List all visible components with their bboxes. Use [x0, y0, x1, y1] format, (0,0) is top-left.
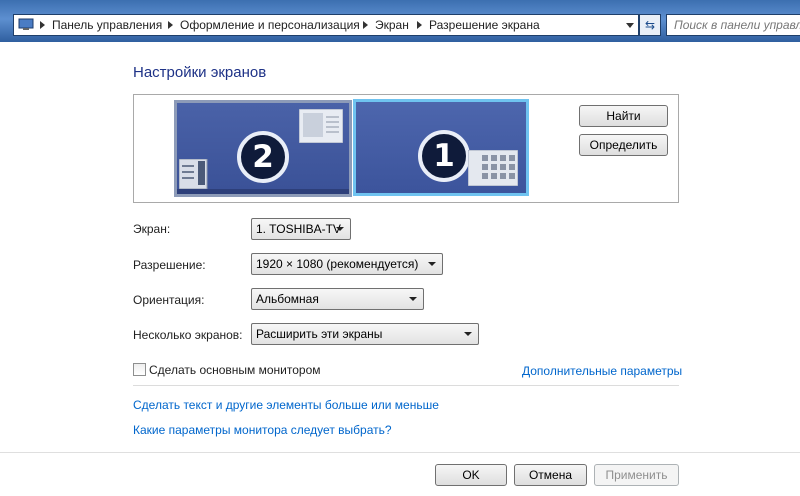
advanced-settings-link[interactable]: Дополнительные параметры — [522, 364, 682, 378]
cancel-button[interactable]: Отмена — [514, 464, 587, 486]
breadcrumb-separator-icon — [417, 21, 422, 29]
resolution-select-value: 1920 × 1080 (рекомендуется) — [256, 257, 419, 271]
display-label: Экран: — [133, 222, 171, 236]
footer-divider — [0, 452, 800, 453]
orientation-select-value: Альбомная — [256, 292, 319, 306]
window-thumbnail-icon — [468, 150, 518, 186]
control-panel-icon — [18, 18, 34, 30]
window-thumbnail-icon — [299, 109, 343, 143]
apply-button[interactable]: Применить — [594, 464, 679, 486]
taskbar-thumbnail-icon — [179, 159, 208, 190]
make-primary-label[interactable]: Сделать основным монитором — [149, 363, 321, 377]
chevron-down-icon — [428, 262, 436, 266]
ok-button[interactable]: OK — [435, 464, 507, 486]
search-input[interactable]: Поиск в панели управле — [666, 14, 800, 36]
address-history-dropdown-icon[interactable] — [626, 23, 634, 28]
breadcrumb-separator-icon — [168, 21, 173, 29]
breadcrumb-control-panel[interactable]: Панель управления — [52, 18, 162, 32]
monitor-2-tile[interactable]: 2 — [174, 100, 352, 197]
identify-button[interactable]: Определить — [579, 134, 668, 156]
display-select[interactable]: 1. TOSHIBA-TV — [251, 218, 351, 240]
orientation-select[interactable]: Альбомная — [251, 288, 424, 310]
breadcrumb-appearance[interactable]: Оформление и персонализация — [180, 18, 360, 32]
breadcrumb-screen-resolution[interactable]: Разрешение экрана — [429, 18, 540, 32]
monitor-arrangement-panel: 2 1 Найти Определить — [133, 94, 679, 203]
address-bar[interactable]: Панель управления Оформление и персонали… — [13, 14, 639, 36]
divider — [133, 385, 679, 386]
chevron-down-icon — [464, 332, 472, 336]
display-select-value: 1. TOSHIBA-TV — [256, 222, 341, 236]
page-title: Настройки экранов — [133, 64, 267, 81]
make-primary-checkbox[interactable] — [133, 363, 146, 376]
multiple-displays-select[interactable]: Расширить эти экраны — [251, 323, 479, 345]
chevron-down-icon — [409, 297, 417, 301]
refresh-button[interactable]: ⇆ — [639, 14, 661, 36]
monitor-1-tile[interactable]: 1 — [353, 99, 529, 196]
monitor-2-number: 2 — [237, 131, 289, 183]
find-button[interactable]: Найти — [579, 105, 668, 127]
orientation-label: Ориентация: — [133, 293, 205, 307]
monitor-1-number: 1 — [418, 130, 470, 182]
resolution-select[interactable]: 1920 × 1080 (рекомендуется) — [251, 253, 443, 275]
resolution-label: Разрешение: — [133, 258, 206, 272]
breadcrumb-separator-icon — [363, 21, 368, 29]
text-size-link[interactable]: Сделать текст и другие элементы больше и… — [133, 398, 439, 412]
refresh-icon: ⇆ — [644, 18, 656, 32]
multiple-displays-label: Несколько экранов: — [133, 328, 243, 342]
which-settings-link[interactable]: Какие параметры монитора следует выбрать… — [133, 423, 392, 437]
chevron-down-icon — [336, 227, 344, 231]
taskbar-strip — [177, 189, 349, 194]
breadcrumb-display[interactable]: Экран — [375, 18, 409, 32]
address-bar-area: Панель управления Оформление и персонали… — [0, 0, 800, 42]
multiple-displays-select-value: Расширить эти экраны — [256, 327, 383, 341]
breadcrumb-separator-icon — [40, 21, 45, 29]
